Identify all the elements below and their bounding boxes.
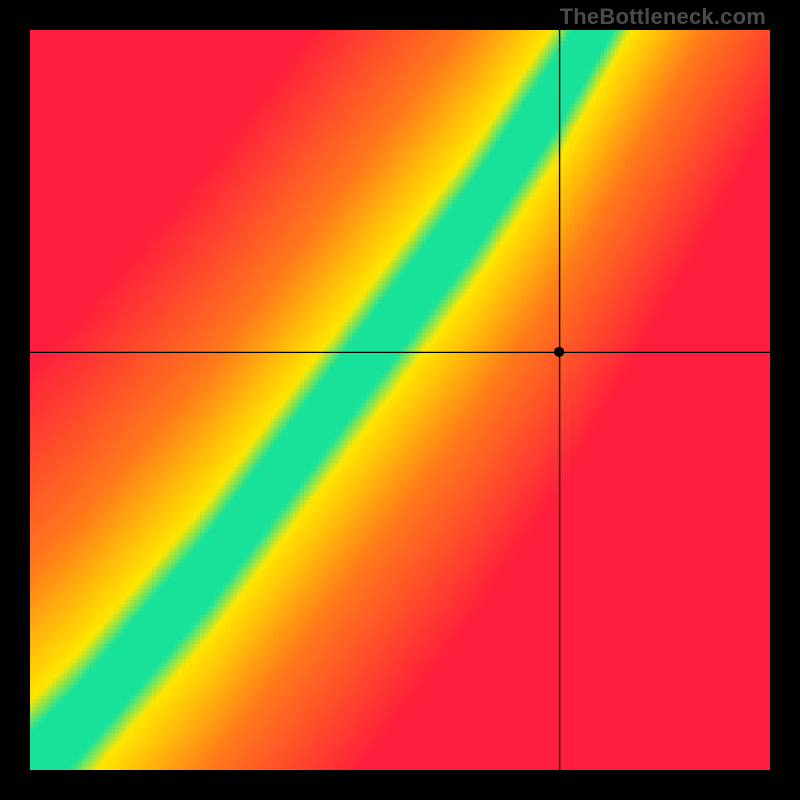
bottleneck-heatmap: [30, 30, 770, 770]
chart-frame: TheBottleneck.com: [0, 0, 800, 800]
watermark-text: TheBottleneck.com: [560, 4, 766, 30]
